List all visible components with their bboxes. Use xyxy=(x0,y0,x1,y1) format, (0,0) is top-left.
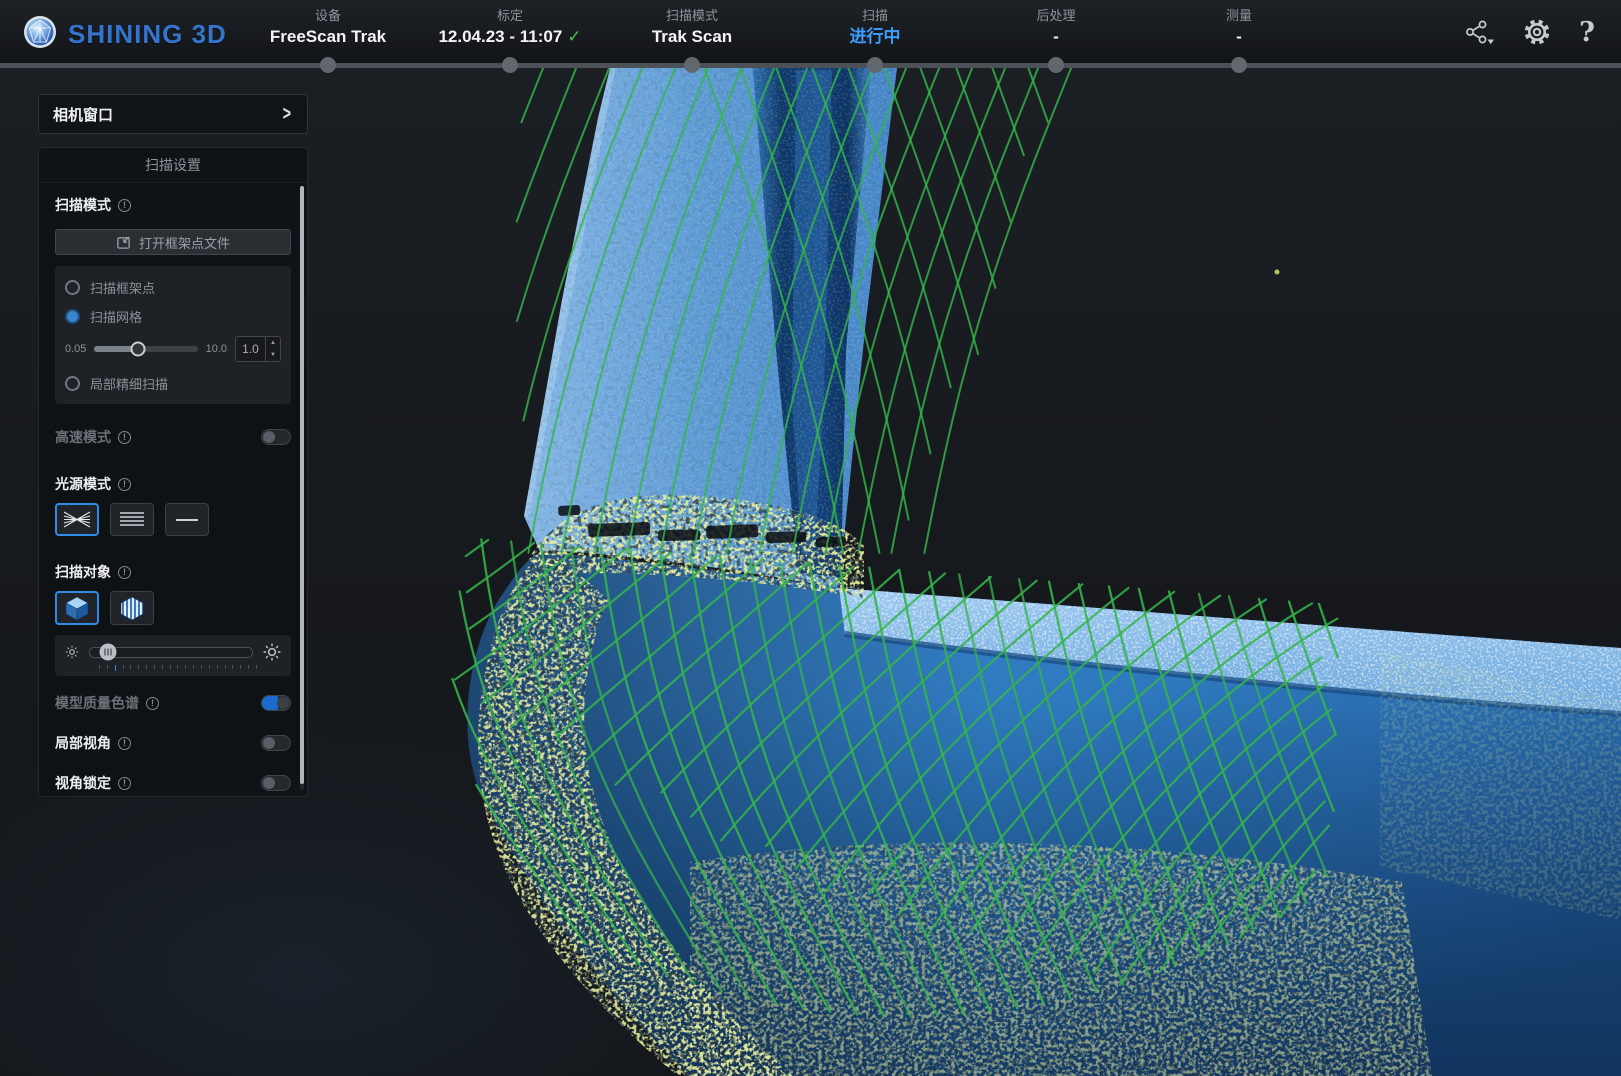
scan-settings-panel: 扫描设置 扫描模式 打开框架点文件 扫描框架点 扫描网格 0.05 10.0 1 xyxy=(38,147,308,797)
local-view-toggle[interactable] xyxy=(261,735,291,751)
scan-settings-title: 扫描设置 xyxy=(39,148,307,183)
single-line-icon xyxy=(175,517,199,523)
workflow-step-measure[interactable]: 测量 - xyxy=(1129,7,1349,49)
quality-colormap-row: 模型质量色谱 xyxy=(55,692,291,714)
radio-circle[interactable] xyxy=(65,280,80,295)
scrollbar-thumb[interactable] xyxy=(300,186,304,784)
slider-max-label: 10.0 xyxy=(206,343,227,355)
slider-knob[interactable] xyxy=(130,342,145,357)
quality-colormap-label: 模型质量色谱 xyxy=(55,693,159,713)
solid-cube-icon xyxy=(64,595,90,622)
radio-scan-grid[interactable]: 扫描网格 xyxy=(65,307,281,325)
grid-resolution-slider-row: 0.05 10.0 1.0 ▲▼ xyxy=(65,336,281,362)
camera-window-title: 相机窗口 xyxy=(53,104,113,125)
light-mode-parallel-button[interactable] xyxy=(110,503,154,536)
light-mode-crosshatch-button[interactable] xyxy=(55,503,99,536)
info-icon xyxy=(118,737,131,750)
light-source-mode-group xyxy=(55,503,291,536)
high-speed-mode-label: 高速模式 xyxy=(55,427,131,447)
brightness-ticks xyxy=(99,665,257,673)
gear-icon[interactable] xyxy=(1522,17,1552,47)
info-icon xyxy=(118,431,131,444)
info-icon xyxy=(118,777,131,790)
grid-resolution-slider[interactable] xyxy=(94,346,197,352)
object-solid-cube-button[interactable] xyxy=(55,591,99,625)
info-icon xyxy=(118,199,131,212)
spin-down-icon: ▼ xyxy=(266,349,280,361)
radio-scan-frame-points[interactable]: 扫描框架点 xyxy=(65,278,281,296)
local-view-row: 局部视角 xyxy=(55,732,291,754)
info-icon xyxy=(146,697,159,710)
progress-node-scan-mode xyxy=(684,57,700,73)
slider-min-label: 0.05 xyxy=(65,343,86,355)
view-lock-toggle[interactable] xyxy=(261,775,291,791)
help-icon[interactable]: ? xyxy=(1579,19,1595,46)
progress-node-device xyxy=(320,57,336,73)
chevron-right-icon: > xyxy=(283,104,291,124)
radio-local-fine-scan[interactable]: 局部精细扫描 xyxy=(65,374,281,392)
view-lock-row: 视角锁定 xyxy=(55,772,291,794)
progress-node-calibration xyxy=(502,57,518,73)
scan-mode-label: 扫描模式 xyxy=(55,195,291,215)
import-file-icon xyxy=(116,235,131,250)
light-source-mode-label: 光源模式 xyxy=(55,474,291,494)
info-icon xyxy=(118,566,131,579)
spin-up-icon: ▲ xyxy=(266,337,280,349)
striped-cube-icon xyxy=(119,595,145,622)
progress-node-postprocess xyxy=(1048,57,1064,73)
info-icon xyxy=(118,478,131,491)
workflow-progress-line xyxy=(0,63,1621,68)
scan-mode-options-group: 扫描框架点 扫描网格 0.05 10.0 1.0 ▲▼ 局部精细扫描 xyxy=(55,266,291,404)
brightness-low-icon xyxy=(65,645,79,659)
view-lock-label: 视角锁定 xyxy=(55,773,131,793)
camera-window-header[interactable]: 相机窗口 > xyxy=(38,94,308,134)
logo-text: SHINING 3D xyxy=(68,19,227,50)
calibration-check-icon: ✓ xyxy=(567,27,581,46)
scan-object-label: 扫描对象 xyxy=(55,562,291,582)
open-frame-points-file-button[interactable]: 打开框架点文件 xyxy=(55,229,291,255)
radio-circle-selected[interactable] xyxy=(65,309,80,324)
parallel-lines-icon xyxy=(119,511,145,528)
brightness-high-icon xyxy=(263,643,281,661)
quality-colormap-toggle[interactable] xyxy=(261,695,291,711)
brightness-knob[interactable] xyxy=(99,644,116,661)
object-striped-cube-button[interactable] xyxy=(110,591,154,625)
logo-gem-icon xyxy=(22,14,58,55)
brightness-control xyxy=(55,635,291,676)
radio-circle[interactable] xyxy=(65,376,80,391)
settings-scrollbar[interactable] xyxy=(300,186,304,790)
brightness-slider[interactable] xyxy=(89,647,253,658)
progress-node-scan xyxy=(867,57,883,73)
high-speed-mode-row: 高速模式 xyxy=(55,426,291,448)
light-mode-single-line-button[interactable] xyxy=(165,503,209,536)
crosshatch-lines-icon xyxy=(62,510,92,529)
progress-node-measure xyxy=(1231,57,1247,73)
spinner-arrows[interactable]: ▲▼ xyxy=(265,337,280,361)
top-bar: SHINING 3D 设备 FreeScan Trak 标定 12.04.23 … xyxy=(0,0,1621,68)
app-logo: SHINING 3D xyxy=(22,14,227,55)
scan-object-group xyxy=(55,591,291,625)
share-icon[interactable] xyxy=(1463,19,1495,46)
local-view-label: 局部视角 xyxy=(55,733,131,753)
grid-resolution-input[interactable]: 1.0 ▲▼ xyxy=(235,336,281,362)
high-speed-toggle[interactable] xyxy=(261,429,291,445)
